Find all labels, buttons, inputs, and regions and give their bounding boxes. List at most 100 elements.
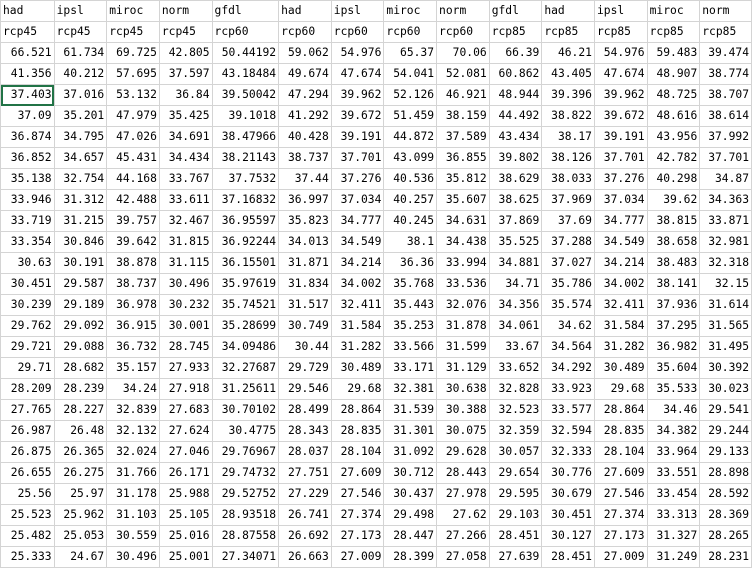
- data-cell[interactable]: 37.69: [541, 210, 595, 232]
- data-cell[interactable]: 30.437: [383, 483, 438, 505]
- data-cell[interactable]: 48.616: [646, 105, 701, 127]
- data-cell[interactable]: 31.815: [158, 231, 213, 253]
- data-cell[interactable]: 54.976: [593, 42, 648, 64]
- data-cell[interactable]: 34.438: [436, 231, 490, 253]
- data-cell[interactable]: 32.467: [158, 210, 213, 232]
- data-cell[interactable]: 27.058: [436, 546, 490, 568]
- data-cell[interactable]: 31.178: [106, 483, 160, 505]
- data-cell[interactable]: 47.674: [330, 63, 385, 85]
- data-cell[interactable]: 35.574: [541, 294, 595, 316]
- data-cell[interactable]: 28.898: [699, 462, 752, 484]
- data-cell[interactable]: 28.864: [593, 399, 648, 421]
- data-cell[interactable]: 35.786: [541, 273, 595, 295]
- data-cell[interactable]: 30.451: [0, 273, 55, 295]
- data-cell[interactable]: 39.672: [330, 105, 385, 127]
- data-cell[interactable]: 27.229: [278, 483, 332, 505]
- data-cell[interactable]: 34.631: [436, 210, 490, 232]
- data-cell[interactable]: 36.874: [0, 126, 55, 148]
- data-cell[interactable]: 38.629: [488, 168, 543, 190]
- data-cell[interactable]: 26.741: [278, 504, 332, 526]
- data-cell[interactable]: 36.95597: [211, 210, 280, 232]
- data-cell[interactable]: 40.428: [278, 126, 332, 148]
- data-cell[interactable]: 38.658: [646, 231, 701, 253]
- data-cell[interactable]: 32.828: [488, 378, 543, 400]
- data-cell[interactable]: 38.126: [541, 147, 595, 169]
- data-cell[interactable]: 47.674: [593, 63, 648, 85]
- data-cell[interactable]: 27.046: [158, 441, 213, 463]
- data-cell[interactable]: 26.275: [53, 462, 108, 484]
- data-cell[interactable]: 27.374: [330, 504, 385, 526]
- header-cell[interactable]: rcp45: [0, 21, 55, 43]
- data-cell[interactable]: 46.21: [541, 42, 595, 64]
- data-cell[interactable]: 47.294: [278, 84, 332, 106]
- header-cell[interactable]: rcp45: [158, 21, 213, 43]
- data-cell[interactable]: 29.546: [278, 378, 332, 400]
- data-cell[interactable]: 48.907: [646, 63, 701, 85]
- data-cell[interactable]: 31.766: [106, 462, 160, 484]
- data-cell[interactable]: 32.333: [541, 441, 595, 463]
- data-cell[interactable]: 29.654: [488, 462, 543, 484]
- data-cell[interactable]: 28.451: [488, 525, 543, 547]
- data-cell[interactable]: 33.577: [541, 399, 595, 421]
- data-cell[interactable]: 37.276: [330, 168, 385, 190]
- data-cell[interactable]: 37.597: [158, 63, 213, 85]
- data-cell[interactable]: 35.607: [436, 189, 490, 211]
- data-cell[interactable]: 27.009: [593, 546, 648, 568]
- data-cell[interactable]: 30.023: [699, 378, 752, 400]
- data-cell[interactable]: 25.105: [158, 504, 213, 526]
- data-cell[interactable]: 38.1: [383, 231, 438, 253]
- data-cell[interactable]: 27.751: [278, 462, 332, 484]
- data-cell[interactable]: 27.374: [593, 504, 648, 526]
- data-cell[interactable]: 33.454: [646, 483, 701, 505]
- data-cell[interactable]: 34.434: [158, 147, 213, 169]
- data-cell[interactable]: 37.034: [330, 189, 385, 211]
- data-cell[interactable]: 43.18484: [211, 63, 280, 85]
- data-cell[interactable]: 30.496: [106, 546, 160, 568]
- data-cell[interactable]: 46.921: [436, 84, 490, 106]
- header-cell[interactable]: rcp60: [383, 21, 438, 43]
- data-cell[interactable]: 36.36: [383, 252, 438, 274]
- data-cell[interactable]: 33.767: [158, 168, 213, 190]
- data-cell[interactable]: 69.725: [106, 42, 160, 64]
- data-cell[interactable]: 30.846: [53, 231, 108, 253]
- data-cell[interactable]: 25.962: [53, 504, 108, 526]
- data-cell[interactable]: 28.239: [53, 378, 108, 400]
- data-cell[interactable]: 32.15: [699, 273, 752, 295]
- data-cell[interactable]: 31.614: [699, 294, 752, 316]
- data-cell[interactable]: 36.982: [646, 336, 701, 358]
- data-cell[interactable]: 43.956: [646, 126, 701, 148]
- header-cell[interactable]: ipsl: [53, 0, 108, 22]
- data-cell[interactable]: 34.061: [488, 315, 543, 337]
- data-cell[interactable]: 28.265: [699, 525, 752, 547]
- data-cell[interactable]: 37.701: [699, 147, 752, 169]
- data-cell[interactable]: 28.209: [0, 378, 55, 400]
- data-cell[interactable]: 30.075: [436, 420, 490, 442]
- data-cell[interactable]: 30.496: [158, 273, 213, 295]
- data-cell[interactable]: 39.191: [593, 126, 648, 148]
- data-cell[interactable]: 66.521: [0, 42, 55, 64]
- data-cell[interactable]: 32.523: [488, 399, 543, 421]
- data-cell[interactable]: 31.584: [330, 315, 385, 337]
- data-cell[interactable]: 42.782: [646, 147, 701, 169]
- header-cell[interactable]: rcp85: [488, 21, 543, 43]
- header-cell[interactable]: ipsl: [330, 0, 385, 22]
- data-cell[interactable]: 30.679: [541, 483, 595, 505]
- data-cell[interactable]: 38.625: [488, 189, 543, 211]
- data-cell[interactable]: 30.191: [53, 252, 108, 274]
- data-cell[interactable]: 32.132: [106, 420, 160, 442]
- data-cell[interactable]: 38.737: [106, 273, 160, 295]
- data-cell[interactable]: 37.44: [278, 168, 332, 190]
- data-cell[interactable]: 31.871: [278, 252, 332, 274]
- data-cell[interactable]: 34.382: [646, 420, 701, 442]
- data-cell[interactable]: 30.44: [278, 336, 332, 358]
- header-cell[interactable]: miroc: [106, 0, 160, 22]
- data-cell[interactable]: 34.87: [699, 168, 752, 190]
- data-cell[interactable]: 24.67: [53, 546, 108, 568]
- data-cell[interactable]: 35.443: [383, 294, 438, 316]
- data-cell[interactable]: 28.231: [699, 546, 752, 568]
- data-cell[interactable]: 27.918: [158, 378, 213, 400]
- data-cell[interactable]: 29.721: [0, 336, 55, 358]
- data-cell[interactable]: 39.962: [593, 84, 648, 106]
- header-cell[interactable]: rcp60: [436, 21, 490, 43]
- data-cell[interactable]: 37.295: [646, 315, 701, 337]
